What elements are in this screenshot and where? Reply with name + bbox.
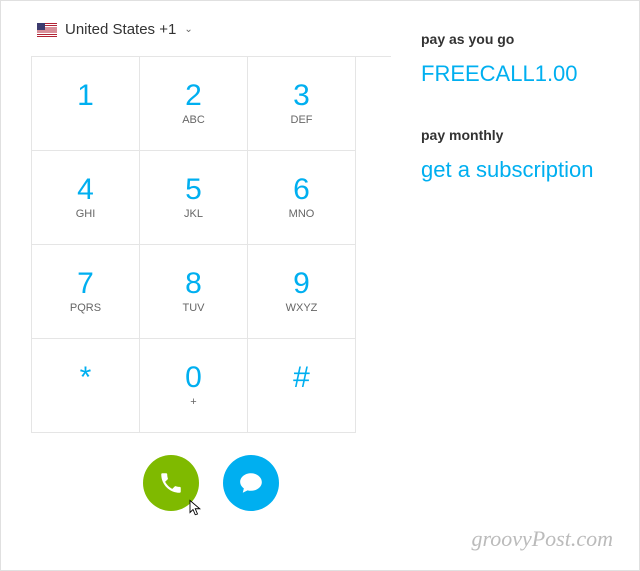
key-letters: WXYZ bbox=[286, 302, 318, 316]
phone-icon bbox=[158, 470, 184, 496]
key-0[interactable]: 0 + bbox=[140, 339, 248, 433]
key-7[interactable]: 7 PQRS bbox=[32, 245, 140, 339]
subscription-link[interactable]: get a subscription bbox=[421, 157, 629, 183]
key-digit: 1 bbox=[77, 79, 94, 112]
us-flag-icon bbox=[37, 23, 57, 37]
key-letters: GHI bbox=[76, 208, 96, 222]
chevron-down-icon: ⌄ bbox=[184, 24, 192, 35]
country-selector[interactable]: United States +1 ⌄ bbox=[37, 21, 391, 38]
dial-keypad: 1 2 ABC 3 DEF 4 GHI 5 JKL 6 MNO bbox=[31, 56, 391, 433]
key-letters: TUV bbox=[183, 302, 205, 316]
key-digit: 2 bbox=[185, 79, 202, 112]
key-4[interactable]: 4 GHI bbox=[32, 151, 140, 245]
key-8[interactable]: 8 TUV bbox=[140, 245, 248, 339]
key-letters: + bbox=[190, 396, 196, 410]
key-digit: 0 bbox=[185, 361, 202, 394]
chat-icon bbox=[238, 470, 264, 496]
key-letters: MNO bbox=[289, 208, 315, 222]
key-star[interactable]: * bbox=[32, 339, 140, 433]
key-1[interactable]: 1 bbox=[32, 57, 140, 151]
watermark: groovyPost.com bbox=[471, 526, 613, 552]
key-5[interactable]: 5 JKL bbox=[140, 151, 248, 245]
key-6[interactable]: 6 MNO bbox=[248, 151, 356, 245]
key-digit: 3 bbox=[293, 79, 310, 112]
key-letters: PQRS bbox=[70, 302, 101, 316]
key-hash[interactable]: # bbox=[248, 339, 356, 433]
key-3[interactable]: 3 DEF bbox=[248, 57, 356, 151]
key-digit: 6 bbox=[293, 173, 310, 206]
key-2[interactable]: 2 ABC bbox=[140, 57, 248, 151]
key-digit: * bbox=[80, 361, 92, 394]
key-letters: JKL bbox=[184, 208, 203, 222]
pay-as-you-go-value[interactable]: FREECALL1.00 bbox=[421, 61, 629, 87]
key-letters: ABC bbox=[182, 114, 205, 128]
key-digit: 9 bbox=[293, 267, 310, 300]
pay-as-you-go-label: pay as you go bbox=[421, 31, 629, 47]
chat-button[interactable] bbox=[223, 455, 279, 511]
key-letters: DEF bbox=[291, 114, 313, 128]
key-digit: # bbox=[293, 361, 310, 394]
country-label: United States +1 bbox=[65, 21, 176, 38]
call-button[interactable] bbox=[143, 455, 199, 511]
key-9[interactable]: 9 WXYZ bbox=[248, 245, 356, 339]
cursor-icon bbox=[187, 499, 205, 517]
key-digit: 7 bbox=[77, 267, 94, 300]
key-digit: 8 bbox=[185, 267, 202, 300]
key-digit: 5 bbox=[185, 173, 202, 206]
key-digit: 4 bbox=[77, 173, 94, 206]
pay-monthly-label: pay monthly bbox=[421, 127, 629, 143]
